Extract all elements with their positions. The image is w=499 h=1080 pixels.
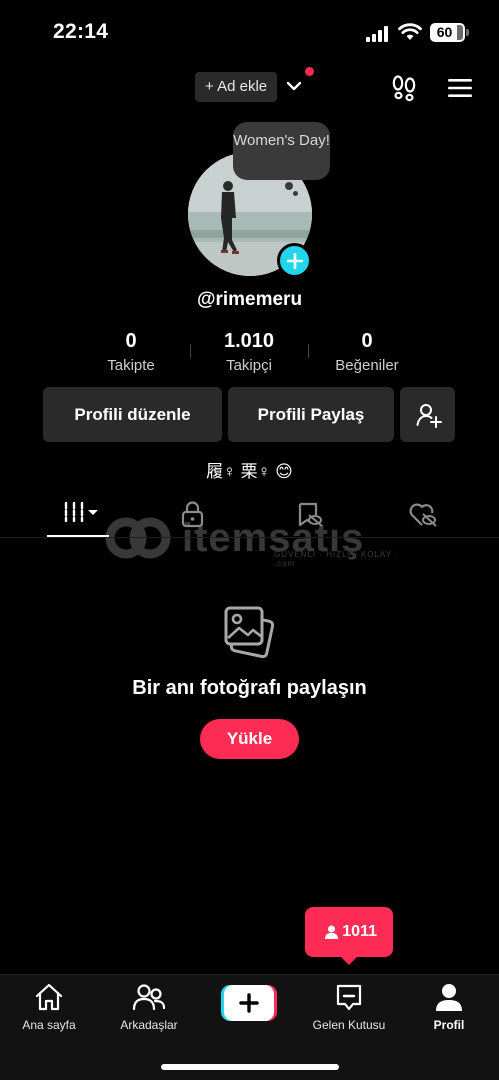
hidden-bookmark-icon [298, 502, 323, 527]
stat-label: Beğeniler [335, 357, 399, 374]
nav-label: Gelen Kutusu [312, 1018, 386, 1032]
note-bubble-tail [293, 191, 298, 196]
note-bubble-tail [285, 182, 293, 190]
notification-dot [305, 67, 314, 76]
tab-liked[interactable] [392, 498, 452, 530]
footprints-icon[interactable] [390, 74, 418, 102]
bio-text: 履♀ 栗♀ 😊 [206, 462, 293, 481]
divider [0, 537, 499, 538]
username: @rimemeru [196, 289, 303, 310]
battery-icon: 60 [430, 23, 465, 42]
stat-value: 0 [361, 330, 373, 352]
new-followers-toast[interactable]: 1011 [305, 907, 393, 957]
signal-icon [366, 26, 390, 42]
grid-icon [64, 501, 98, 523]
tab-reposts[interactable] [280, 498, 340, 530]
nav-home[interactable]: Ana sayfa [4, 981, 94, 1032]
nav-profile[interactable]: Profil [404, 981, 494, 1032]
photo-stack-icon [224, 606, 275, 659]
stat-label: Takipte [107, 357, 155, 374]
add-friend-button[interactable] [400, 387, 455, 442]
person-icon [325, 925, 338, 939]
status-time: 22:14 [53, 20, 109, 43]
profile-icon [436, 984, 462, 1011]
chevron-down-icon[interactable] [286, 80, 302, 92]
stat-followers[interactable]: 1.010 Takipçi [189, 330, 309, 374]
toast-count: 1011 [342, 923, 377, 940]
watermark: itemsatış GÜVENLİ · HIZLI · KOLAY · .com [104, 516, 404, 568]
menu-icon[interactable] [447, 77, 473, 99]
watermark-tagline: GÜVENLİ · HIZLI · KOLAY · .com [274, 550, 399, 568]
share-profile-button[interactable]: Profili Paylaş [228, 387, 394, 442]
nav-friends[interactable]: Arkadaşlar [104, 981, 194, 1032]
home-icon [35, 983, 63, 1011]
stat-value: 1.010 [223, 330, 275, 352]
nav-inbox[interactable]: Gelen Kutusu [304, 981, 394, 1032]
toast-arrow [340, 956, 358, 965]
upload-button[interactable]: Yükle [200, 719, 299, 759]
nav-label: Ana sayfa [22, 1018, 76, 1032]
edit-profile-button[interactable]: Profili düzenle [43, 387, 222, 442]
nav-label: Profil [433, 1018, 465, 1032]
tab-private[interactable] [163, 498, 223, 530]
inbox-icon [336, 984, 362, 1011]
create-button[interactable] [221, 985, 277, 1021]
add-user-icon [416, 404, 442, 428]
add-account-button[interactable]: + Ad ekle [195, 72, 278, 102]
profile-note[interactable]: Women's Day! [233, 122, 330, 180]
stat-label: Takipçi [226, 357, 272, 374]
empty-state-title: Bir anı fotoğrafı paylaşın [132, 677, 367, 699]
home-indicator [161, 1064, 339, 1070]
hidden-heart-icon [409, 503, 437, 527]
add-avatar-button[interactable] [277, 243, 312, 278]
nav-label: Arkadaşlar [120, 1018, 178, 1032]
battery-nub [466, 29, 469, 36]
status-bar: 22:14 60 [0, 0, 499, 62]
stat-value: 0 [125, 330, 137, 352]
stat-following[interactable]: 0 Takipte [71, 330, 191, 374]
plus-icon [287, 253, 303, 269]
bottom-nav: Ana sayfa Arkadaşlar Gelen Kutusu Profil [0, 974, 499, 1080]
stat-likes[interactable]: 0 Beğeniler [307, 330, 427, 374]
wifi-icon [398, 23, 422, 40]
friends-icon [132, 984, 166, 1011]
lock-icon [181, 501, 204, 528]
battery-level: 60 [436, 24, 453, 40]
tab-videos[interactable] [48, 498, 108, 530]
